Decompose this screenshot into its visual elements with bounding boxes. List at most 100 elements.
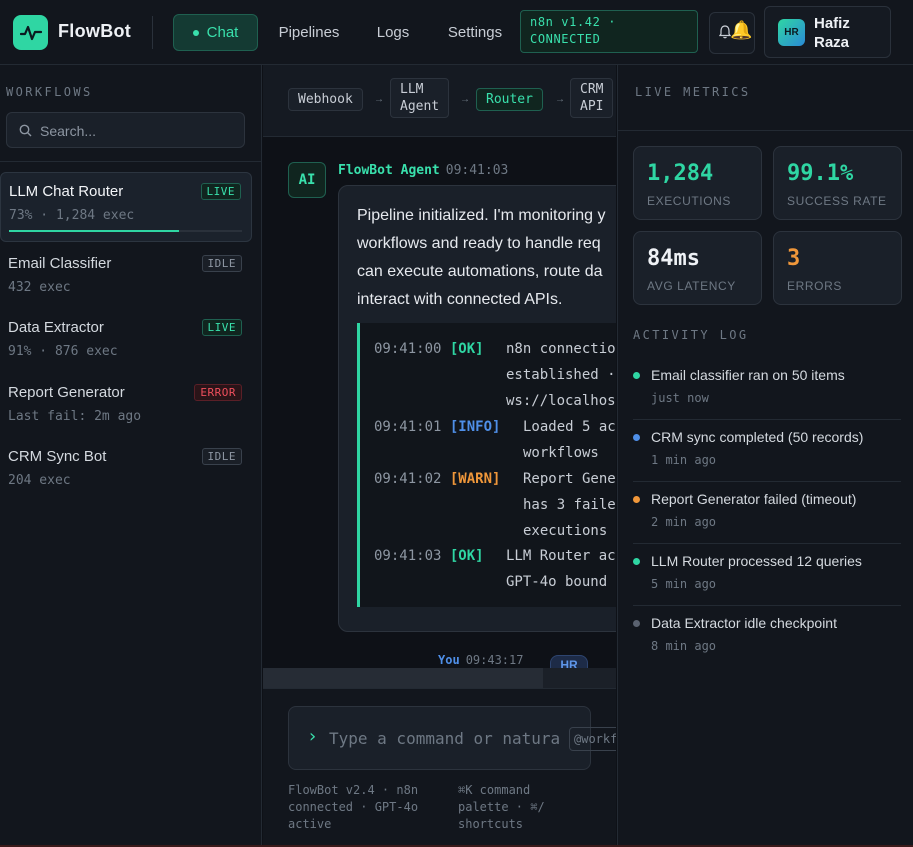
- footer-shortcuts: ⌘K command palette · ⌘/ shortcuts: [458, 782, 545, 833]
- live-metrics-heading: LIVE METRICS: [635, 85, 751, 99]
- workflow-title: CRM Sync Bot: [8, 448, 107, 465]
- activity-log-heading: ACTIVITY LOG: [633, 328, 749, 342]
- log-level-tag: [INFO]: [449, 419, 501, 435]
- log-message: established ·: [506, 367, 616, 383]
- command-input-box[interactable]: › @workflow: [288, 706, 616, 770]
- log-message: ws://localhos: [506, 393, 616, 409]
- log-output: 09:41:00 [OK] n8n connectio established …: [357, 323, 616, 607]
- workflow-item-email-classifier[interactable]: Email Classifier IDLE 432 exec: [0, 245, 252, 315]
- log-level-tag: [OK]: [449, 341, 484, 357]
- activity-time: 5 min ago: [651, 577, 717, 591]
- search-input[interactable]: [40, 121, 235, 141]
- connection-status-badge: n8n v1.42 · CONNECTED: [520, 10, 698, 53]
- nav-settings[interactable]: Settings: [440, 14, 510, 51]
- activity-text: Email classifier ran on 50 items: [651, 367, 845, 383]
- workflow-item-data-extractor[interactable]: Data Extractor LIVE 91% · 876 exec: [0, 309, 252, 379]
- logo-icon[interactable]: [13, 15, 48, 50]
- log-entry: 09:41:01 [INFO]: [374, 414, 500, 440]
- activity-item[interactable]: Report Generator failed (timeout) 2 min …: [633, 482, 901, 544]
- command-input[interactable]: [329, 727, 559, 749]
- sidebar: WORKFLOWS LLM Chat Router LIVE 73% · 1,2…: [0, 65, 262, 847]
- progress-fill: [9, 230, 180, 232]
- footer-line: shortcuts: [458, 817, 524, 831]
- pipeline-node-llm-agent[interactable]: LLM Agent: [390, 78, 450, 118]
- metric-label: AVG LATENCY: [647, 279, 736, 293]
- metric-label: ERRORS: [787, 279, 842, 293]
- log-message: executions: [523, 523, 608, 539]
- log-entry: 09:41:03 [OK]: [374, 543, 484, 569]
- workflow-subtitle: 432 exec: [8, 280, 71, 295]
- message-time: 09:41:03: [445, 163, 509, 178]
- workflow-title: LLM Chat Router: [9, 183, 124, 200]
- log-message: workflows: [523, 445, 599, 461]
- workflow-subtitle: 204 exec: [8, 473, 71, 488]
- user-menu[interactable]: HR Hafiz Raza: [764, 6, 891, 58]
- metric-card-success-rate: 99.1% SUCCESS RATE: [773, 146, 902, 220]
- metric-value: 1,284: [647, 161, 714, 186]
- active-dot-icon: [192, 29, 199, 36]
- status-dot-icon: [633, 496, 640, 503]
- activity-item[interactable]: CRM sync completed (50 records) 1 min ag…: [633, 420, 901, 482]
- pipeline-node-crm-api[interactable]: CRM API: [570, 78, 614, 118]
- metric-value: 3: [787, 246, 801, 271]
- workflow-item-report-generator[interactable]: Report Generator ERROR Last fail: 2m ago: [0, 374, 252, 444]
- workflow-title: Report Generator: [8, 384, 125, 401]
- log-message: n8n connectio: [506, 341, 616, 357]
- metric-label: SUCCESS RATE: [787, 194, 887, 208]
- nav-pipelines[interactable]: Pipelines: [270, 14, 348, 51]
- search-icon: [19, 124, 32, 137]
- message-header: FlowBot Agent 09:41:03: [338, 163, 508, 178]
- brand-name: FlowBot: [58, 21, 132, 41]
- log-time: 09:41:02: [374, 471, 442, 487]
- search-box[interactable]: [6, 112, 245, 148]
- mention-workflow-button[interactable]: @workflow: [569, 727, 616, 751]
- activity-text: LLM Router processed 12 queries: [651, 553, 862, 569]
- user-message-header: You 09:43:17: [438, 653, 523, 667]
- activity-time: just now: [651, 391, 709, 405]
- metric-card-executions: 1,284 EXECUTIONS: [633, 146, 762, 220]
- footer-line: active: [288, 817, 332, 831]
- progress-bar: [9, 230, 242, 232]
- footer-status: FlowBot v2.4 · n8n connected · GPT-4o ac…: [288, 782, 418, 833]
- activity-time: 8 min ago: [651, 639, 717, 653]
- log-entry: 09:41:00 [OK]: [374, 336, 484, 362]
- notification-bell-emoji-icon: 🔔: [730, 20, 753, 40]
- log-message: Report Gene: [523, 471, 616, 487]
- activity-item[interactable]: Email classifier ran on 50 items just no…: [633, 358, 901, 420]
- activity-item[interactable]: Data Extractor idle checkpoint 8 min ago: [633, 606, 901, 668]
- metric-label: EXECUTIONS: [647, 194, 732, 208]
- workflow-item-crm-sync-bot[interactable]: CRM Sync Bot IDLE 204 exec: [0, 438, 252, 508]
- workflows-heading: WORKFLOWS: [6, 85, 93, 99]
- scrollbar-thumb[interactable]: [263, 668, 543, 688]
- message-text: Pipeline initialized. I'm monitoring y w…: [357, 202, 616, 314]
- activity-text: Report Generator failed (timeout): [651, 491, 857, 507]
- horizontal-scrollbar[interactable]: [263, 668, 616, 688]
- node-label: API: [580, 99, 604, 114]
- workflow-item-llm-chat-router[interactable]: LLM Chat Router LIVE 73% · 1,284 exec: [0, 172, 252, 242]
- node-label: Webhook: [298, 92, 353, 107]
- activity-text: CRM sync completed (50 records): [651, 429, 864, 445]
- workflow-title: Email Classifier: [8, 255, 112, 272]
- log-message: Loaded 5 ac: [523, 419, 616, 435]
- status-version: n8n v1.42 ·: [530, 15, 617, 29]
- message-line: workflows and ready to handle req: [357, 235, 601, 252]
- message-time: 09:43:17: [465, 653, 524, 667]
- nav-logs[interactable]: Logs: [368, 14, 418, 51]
- arrow-right-icon: →: [374, 94, 384, 105]
- workflow-subtitle: 73% · 1,284 exec: [9, 208, 135, 223]
- pipeline-node-router[interactable]: Router: [476, 88, 543, 111]
- footer-line: palette · ⌘/: [458, 800, 545, 814]
- divider: [152, 16, 153, 49]
- status-badge: LIVE: [200, 183, 241, 200]
- nav-chat[interactable]: Chat: [173, 14, 258, 51]
- status-badge: IDLE: [201, 255, 242, 272]
- notifications-button[interactable]: 🔔: [709, 12, 755, 54]
- workflow-subtitle: Last fail: 2m ago: [8, 409, 142, 424]
- node-label: LLM: [400, 82, 424, 97]
- prompt-chevron-icon: ›: [307, 726, 318, 747]
- workflow-title: Data Extractor: [8, 319, 104, 336]
- sender-name: FlowBot Agent: [338, 163, 440, 178]
- status-state: CONNECTED: [530, 32, 601, 46]
- activity-item[interactable]: LLM Router processed 12 queries 5 min ag…: [633, 544, 901, 606]
- pipeline-node-webhook[interactable]: Webhook: [288, 88, 363, 111]
